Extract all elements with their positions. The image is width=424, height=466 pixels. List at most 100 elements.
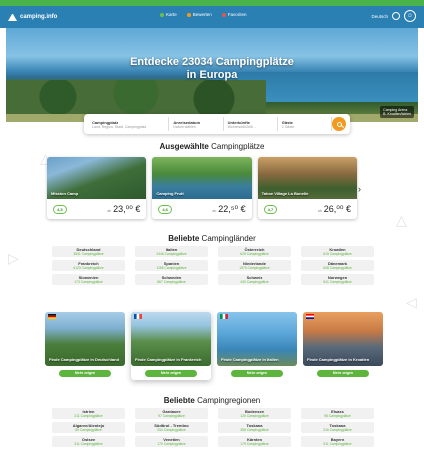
rating-badge: 4,5 [53, 204, 67, 214]
header-right: Deutsch ☺ [371, 10, 416, 22]
region-card-image: Finde Campingplätze in Kroatien [303, 312, 383, 366]
featured-section-title: Ausgewählte Campingplätze [159, 142, 265, 151]
nav-item-map[interactable]: Karte [160, 12, 177, 17]
show-more-button[interactable]: Mehr zeigen [317, 370, 369, 377]
rating-badge: 4,6 [158, 204, 172, 214]
region-item[interactable]: Toskana 316 Campingplätze [301, 422, 374, 433]
card-image: Tahoe Village La Bonelle [257, 157, 357, 199]
globe-icon[interactable] [392, 12, 400, 20]
search-icon [336, 121, 342, 127]
region-item[interactable]: Südtirol - Trentino 254 Campingplätze [135, 422, 208, 433]
region-item[interactable]: Ostsee 311 Campingplätze [52, 436, 125, 447]
region-card-title: Finde Campingplätze in Italien [221, 357, 279, 362]
hero-title-line2: in Europa [186, 69, 238, 81]
decor-triangle-icon: ◁ [406, 294, 417, 310]
country-item[interactable]: Spanien 1185 Campingplätze [135, 260, 208, 271]
region-feature-cards: Finde Campingplätze in Deutschland Mehr … [45, 312, 383, 380]
regions-grid: Istrien 211 Campingplätze Gardasee 97 Camp… [52, 408, 374, 447]
nav-item-review[interactable]: Bewerten [186, 12, 212, 17]
regions-section-title: Beliebte Campingregionen [163, 396, 261, 405]
featured-card[interactable]: Tahoe Village La Bonelle 4,7 ab 26,⁰⁰ € [257, 157, 357, 219]
logo-text: camping.info [20, 14, 58, 20]
card-price: ab 26,⁰⁰ € [317, 203, 351, 214]
country-item[interactable]: Dänemark 608 Campingplätze [301, 260, 374, 271]
region-card-image: Finde Campingplätze in Frankreich [131, 312, 211, 366]
region-card[interactable]: Finde Campingplätze in Deutschland Mehr … [45, 312, 125, 380]
card-footer: 4,5 ab 23,⁰⁰ € [47, 199, 146, 219]
region-item[interactable]: Toskana 358 Campingplätze [218, 422, 291, 433]
decor-circle-icon: ▷ [8, 250, 19, 266]
country-item[interactable]: Norwegen 541 Campingplätze [301, 274, 374, 285]
featured-card[interactable]: Camping Frutt 4,6 ab 22,⁵⁰ € [152, 157, 252, 219]
carousel-next-arrow-icon[interactable]: › [358, 184, 361, 194]
map-icon [160, 12, 164, 17]
search-button[interactable] [332, 117, 346, 131]
region-card-title: Finde Campingplätze in Frankreich [135, 357, 202, 362]
country-item[interactable]: Frankreich 6123 Campingplätze [52, 260, 125, 271]
search-field-destination[interactable]: Campingplatz Land, Region, Stadt, Campin… [88, 117, 170, 131]
region-item[interactable]: Bodensee 120 Campingplätze [218, 408, 291, 419]
countries-grid: Deutschland 3541 Campingplätze Italien 244… [52, 246, 374, 285]
featured-cards: Mission Camp 4,5 ab 23,⁰⁰ € Camping Frutt… [47, 157, 357, 219]
region-card-title: Finde Campingplätze in Kroatien [307, 357, 370, 362]
flag-hr-icon [306, 314, 314, 319]
region-item[interactable]: Istrien 211 Campingplätze [52, 408, 125, 419]
tent-logo-icon [8, 13, 17, 21]
hero-photo-credit[interactable]: Camping Arena B. Kroatien/Istrien [380, 106, 414, 118]
search-field-guests[interactable]: Gäste 2 Gäste [278, 117, 332, 131]
country-item[interactable]: Italien 2446 Campingplätze [135, 246, 208, 257]
flag-de-icon [48, 314, 56, 319]
star-icon [186, 12, 191, 17]
region-card[interactable]: Finde Campingplätze in Kroatien Mehr zei… [303, 312, 383, 380]
country-item[interactable]: Kroatien 615 Campingplätze [301, 246, 374, 257]
country-item[interactable]: Schweiz 430 Campingplätze [218, 274, 291, 285]
country-item[interactable]: Slowenien 173 Campingplätze [52, 274, 125, 285]
region-card-image: Finde Campingplätze in Italien [217, 312, 297, 366]
search-field-accommodation[interactable]: Unterkünfte Wohnmobil/Zelt/... [224, 117, 278, 131]
card-price: ab 23,⁰⁰ € [107, 203, 141, 214]
card-image: Mission Camp [47, 157, 147, 199]
show-more-button[interactable]: Mehr zeigen [59, 370, 111, 377]
countries-section-title: Beliebte Campingländer [168, 234, 256, 243]
featured-card[interactable]: Mission Camp 4,5 ab 23,⁰⁰ € [47, 157, 147, 219]
hero-title: Entdecke 23034 Campingplätze in Europa [6, 56, 418, 82]
nav-item-favorites[interactable]: Favoriten [221, 12, 247, 17]
country-item[interactable]: Deutschland 3541 Campingplätze [52, 246, 125, 257]
card-name: Tahoe Village La Bonelle [261, 191, 309, 196]
country-item[interactable]: Niederlande 1575 Campingplätze [218, 260, 291, 271]
show-more-button[interactable]: Mehr zeigen [145, 370, 197, 377]
card-name: Mission Camp [51, 191, 79, 196]
region-card-title: Finde Campingplätze in Deutschland [49, 357, 120, 362]
show-more-button[interactable]: Mehr zeigen [231, 370, 283, 377]
card-footer: 4,6 ab 22,⁵⁰ € [152, 199, 251, 219]
flag-fr-icon [134, 314, 142, 319]
language-selector[interactable]: Deutsch [371, 14, 388, 19]
rating-badge: 4,7 [263, 204, 278, 214]
region-item[interactable]: Kärnten 179 Campingplätze [218, 436, 291, 447]
country-item[interactable]: Schweden 867 Campingplätze [135, 274, 208, 285]
region-card-image: Finde Campingplätze in Deutschland [45, 312, 125, 366]
region-item[interactable]: Bayern 511 Campingplätze [301, 436, 374, 447]
region-item[interactable]: Elsass 98 Campingplätze [301, 408, 374, 419]
region-item[interactable]: Algarve/Alentejo 85 Campingplätze [52, 422, 125, 433]
heart-icon [221, 12, 226, 17]
region-card[interactable]: Finde Campingplätze in Frankreich Mehr z… [131, 312, 211, 380]
flag-it-icon [220, 314, 228, 319]
hero-title-line1: Entdecke 23034 Campingplätze [130, 56, 294, 68]
user-account-icon[interactable]: ☺ [404, 10, 416, 22]
logo[interactable]: camping.info [8, 13, 58, 21]
card-price: ab 22,⁵⁰ € [212, 203, 246, 214]
card-footer: 4,7 ab 26,⁰⁰ € [258, 199, 357, 219]
country-item[interactable]: Österreich 625 Campingplätze [218, 246, 291, 257]
region-item[interactable]: Venetien 170 Campingplätze [135, 436, 208, 447]
region-item[interactable]: Gardasee 97 Campingplätze [135, 408, 208, 419]
search-bar: Campingplatz Land, Region, Stadt, Campin… [84, 114, 350, 134]
search-field-arrival[interactable]: Anreisedatum Datum wählen [169, 117, 224, 131]
site-header: camping.info Karte Bewerten Favoriten De… [0, 6, 424, 28]
hero-banner: Entdecke 23034 Campingplätze in Europa C… [6, 28, 418, 122]
card-name: Camping Frutt [156, 191, 184, 196]
card-image: Camping Frutt [152, 157, 252, 199]
main-nav: Karte Bewerten Favoriten [160, 12, 247, 17]
region-card[interactable]: Finde Campingplätze in Italien Mehr zeig… [217, 312, 297, 380]
decor-triangle-icon: △ [396, 212, 407, 228]
